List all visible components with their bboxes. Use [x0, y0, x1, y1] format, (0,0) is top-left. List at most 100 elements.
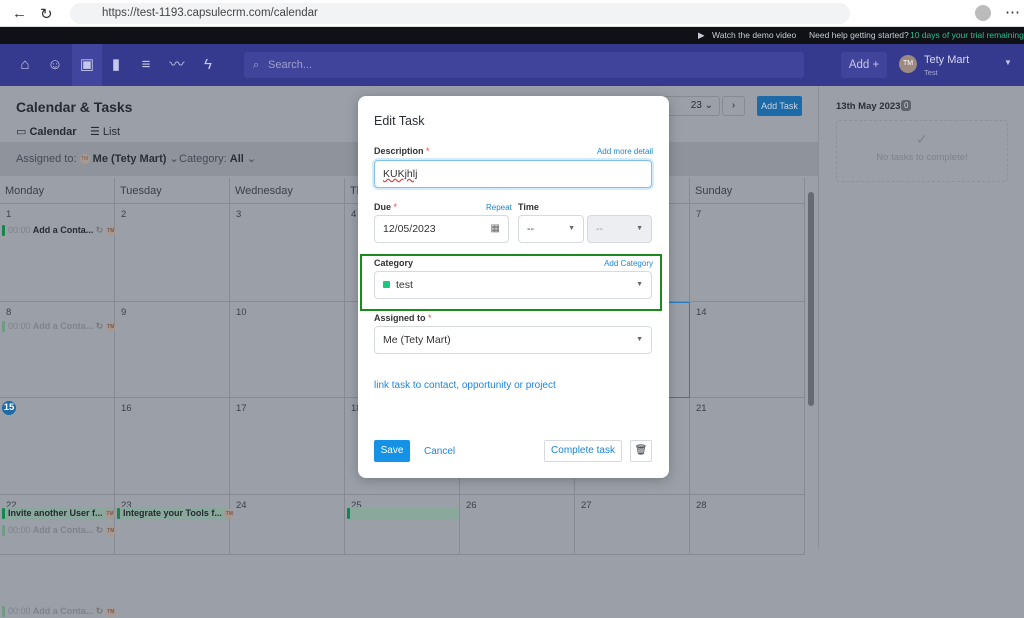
profile-icon[interactable]: [975, 5, 991, 21]
main-nav: ⌂ ☺ ▣ ▮ ≡ 〰 ϟ ⌕ Search... Add + Tety Mart…: [0, 44, 1024, 86]
complete-task-button[interactable]: Complete task: [544, 440, 622, 462]
calendar-day-cell[interactable]: 28: [690, 495, 805, 555]
assignee-avatar: TM: [105, 606, 116, 617]
calendar-day-cell[interactable]: 23: [115, 495, 230, 555]
day-number: 2: [121, 209, 127, 220]
calendar-day-cell[interactable]: 15: [0, 398, 115, 495]
repeat-icon: ↻: [95, 321, 104, 331]
category-label: Category: [374, 258, 414, 268]
help-link[interactable]: Need help getting started?: [809, 27, 909, 44]
day-number: 16: [121, 403, 132, 414]
calendar-day-cell[interactable]: 8: [0, 302, 115, 398]
avatar[interactable]: TM: [899, 55, 917, 73]
assignee-avatar: TM: [105, 225, 116, 236]
due-date-input[interactable]: 12/05/2023 ▦: [374, 215, 509, 243]
add-more-detail-link[interactable]: Add more detail: [597, 147, 653, 156]
repeat-link[interactable]: Repeat: [486, 203, 512, 212]
list-icon[interactable]: ≡: [131, 44, 161, 86]
category-filter[interactable]: Category: All ⌄: [179, 142, 256, 176]
calendar-icon: ▭: [16, 126, 30, 138]
home-icon[interactable]: ⌂: [10, 44, 40, 86]
user-name[interactable]: Tety Mart: [924, 54, 969, 66]
calendar-day-cell[interactable]: 14: [690, 302, 805, 398]
calendar-task[interactable]: 00:00 Add a Conta... ↻ TM: [2, 605, 116, 618]
calendar-day-cell[interactable]: 25: [345, 495, 460, 555]
trend-icon[interactable]: 〰: [162, 44, 192, 86]
assigned-filter[interactable]: Assigned to: TM Me (Tety Mart) ⌄: [16, 142, 179, 176]
calendar-icon[interactable]: ▣: [72, 44, 102, 86]
day-header: Monday: [0, 178, 115, 204]
calendar-day-cell[interactable]: 3: [230, 204, 345, 302]
calendar-day-cell[interactable]: 10: [230, 302, 345, 398]
day-number: 17: [236, 403, 247, 414]
more-icon[interactable]: ⋯: [1005, 3, 1020, 21]
calendar-task[interactable]: 00:00 Add a Conta... ↻ TM: [2, 524, 116, 537]
due-label: Due *: [374, 202, 398, 212]
calendar-day-cell[interactable]: 27: [575, 495, 690, 555]
user-menu-caret-icon[interactable]: ▼: [1004, 58, 1012, 67]
search-icon: ⌕: [253, 59, 260, 71]
day-number: 4: [351, 209, 357, 220]
calendar-day-cell[interactable]: 24: [230, 495, 345, 555]
person-icon[interactable]: ☺: [40, 44, 70, 86]
calendar-day-cell[interactable]: 26: [460, 495, 575, 555]
list-icon: ☰: [90, 126, 103, 138]
tab-list[interactable]: ☰ List: [90, 125, 120, 138]
user-sub: Test: [924, 68, 938, 77]
chevron-down-icon: ▼: [636, 225, 643, 232]
chevron-down-icon: ▼: [568, 225, 575, 232]
top-strip: ▶ Watch the demo video Need help getting…: [0, 27, 1024, 44]
calendar-icon[interactable]: ▦: [491, 216, 500, 242]
link-task-link[interactable]: link task to contact, opportunity or pro…: [374, 380, 556, 391]
day-header: Tuesday: [115, 178, 230, 204]
chart-icon[interactable]: ▮: [101, 44, 131, 86]
demo-link[interactable]: Watch the demo video: [712, 27, 796, 44]
assignee-avatar: TM: [224, 508, 235, 519]
cancel-button[interactable]: Cancel: [424, 446, 455, 457]
calendar-day-cell[interactable]: 2: [115, 204, 230, 302]
calendar-task[interactable]: 00:00 Add a Conta... ↻ TM: [2, 224, 116, 237]
browser-toolbar: ← ↻ https://test-1193.capsulecrm.com/cal…: [0, 0, 1024, 27]
day-number: 26: [466, 500, 477, 511]
trash-icon[interactable]: 🗑: [630, 440, 652, 462]
next-month-button[interactable]: ›: [722, 96, 745, 116]
calendar-day-cell[interactable]: 1: [0, 204, 115, 302]
add-button[interactable]: Add +: [841, 52, 887, 78]
calendar-day-cell[interactable]: 9: [115, 302, 230, 398]
address-bar[interactable]: https://test-1193.capsulecrm.com/calenda…: [70, 3, 850, 24]
calendar-task[interactable]: Invite another User f... TM: [2, 507, 116, 520]
task-count-badge: 0: [901, 100, 912, 111]
day-number: 24: [236, 500, 247, 511]
bolt-icon[interactable]: ϟ: [193, 44, 223, 86]
back-icon[interactable]: ←: [12, 5, 27, 22]
check-icon: ✓: [916, 131, 928, 147]
category-select[interactable]: test ▼: [374, 271, 652, 299]
day-sidebar: 13th May 2023 0 ✓ No tasks to complete!: [818, 86, 1024, 549]
calendar-day-cell[interactable]: 21: [690, 398, 805, 495]
calendar-day-cell[interactable]: 16: [115, 398, 230, 495]
day-number: 8: [6, 307, 12, 318]
sidebar-date: 13th May 2023: [836, 101, 901, 112]
calendar-task[interactable]: Integrate your Tools f... TM: [117, 507, 235, 520]
url-text: https://test-1193.capsulecrm.com/calenda…: [102, 7, 318, 19]
day-number: 15: [2, 401, 16, 415]
page-title: Calendar & Tasks: [16, 99, 133, 115]
trial-link[interactable]: 10 days of your trial remaining: [910, 27, 1024, 44]
save-button[interactable]: Save: [374, 440, 410, 462]
calendar-day-cell[interactable]: 7: [690, 204, 805, 302]
scrollbar[interactable]: [808, 192, 814, 406]
calendar-day-cell[interactable]: 17: [230, 398, 345, 495]
refresh-icon[interactable]: ↻: [40, 5, 53, 23]
time-hour-select[interactable]: -- ▼: [518, 215, 584, 243]
calendar-task[interactable]: [347, 507, 459, 520]
add-category-link[interactable]: Add Category: [604, 259, 653, 268]
play-icon: ▶: [698, 30, 705, 40]
day-number: 1: [6, 209, 12, 220]
repeat-icon: ↻: [95, 525, 104, 535]
calendar-task[interactable]: 00:00 Add a Conta... ↻ TM: [2, 320, 116, 333]
assigned-select[interactable]: Me (Tety Mart) ▼: [374, 326, 652, 354]
day-number: 9: [121, 307, 127, 318]
add-task-button[interactable]: Add Task: [757, 96, 802, 116]
search-input[interactable]: ⌕ Search...: [244, 52, 804, 78]
description-input[interactable]: KUKjhlj: [374, 160, 652, 188]
